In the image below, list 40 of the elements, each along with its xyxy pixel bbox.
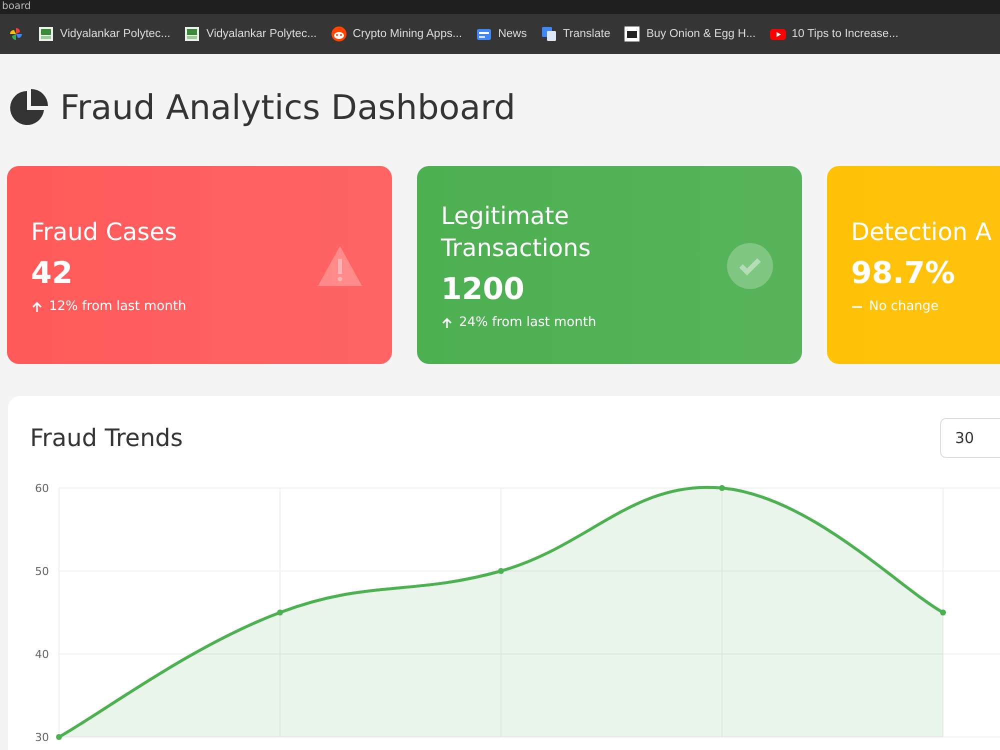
- check-circle-icon: [726, 242, 774, 290]
- stat-trend: No change: [869, 299, 939, 314]
- site-logo-icon: [38, 26, 54, 42]
- store-icon: [624, 26, 640, 42]
- data-point: [277, 610, 283, 616]
- page-title: Fraud Analytics Dashboard: [60, 88, 516, 128]
- bookmark[interactable]: News: [498, 28, 527, 40]
- play-icon: [770, 26, 786, 42]
- data-point: [56, 734, 62, 740]
- alien-icon: [330, 26, 347, 42]
- data-point: [498, 568, 504, 574]
- bookmark[interactable]: Buy Onion & Egg H...: [646, 28, 756, 40]
- translate-icon: [540, 26, 557, 42]
- stat-trend: 24% from last month: [459, 315, 596, 330]
- data-point: [940, 610, 946, 616]
- bookmark[interactable]: 10 Tips to Increase...: [792, 28, 898, 40]
- data-point: [719, 485, 725, 491]
- stat-value: 42: [31, 256, 73, 291]
- newspaper-icon: [476, 26, 492, 42]
- window-title: board: [2, 2, 31, 12]
- stat-value: 98.7%: [851, 256, 956, 291]
- bookmark[interactable]: Crypto Mining Apps...: [352, 28, 462, 40]
- axis-label: 60: [35, 482, 49, 495]
- bookmark[interactable]: Vidyalankar Polytec...: [206, 28, 317, 40]
- axis-label: 50: [35, 565, 49, 578]
- arrow-up-icon: [441, 316, 453, 328]
- bookmark[interactable]: Translate: [562, 28, 610, 40]
- stat-trend: 12% from last month: [49, 299, 186, 314]
- stat-title: Legitimate Transactions: [441, 201, 592, 264]
- site-logo-icon: [184, 26, 200, 42]
- pinwheel-icon[interactable]: [8, 26, 24, 42]
- axis-label: 30: [35, 731, 49, 744]
- axis-label: 40: [35, 648, 49, 661]
- stat-title: Detection A: [851, 217, 993, 248]
- chart-title: Fraud Trends: [30, 424, 183, 452]
- bookmark[interactable]: Vidyalankar Polytec...: [60, 28, 170, 40]
- range-select[interactable]: 30: [940, 418, 1000, 458]
- arrow-up-icon: [31, 300, 43, 312]
- stat-value: 1200: [441, 272, 524, 307]
- stat-title: Fraud Cases: [31, 217, 178, 248]
